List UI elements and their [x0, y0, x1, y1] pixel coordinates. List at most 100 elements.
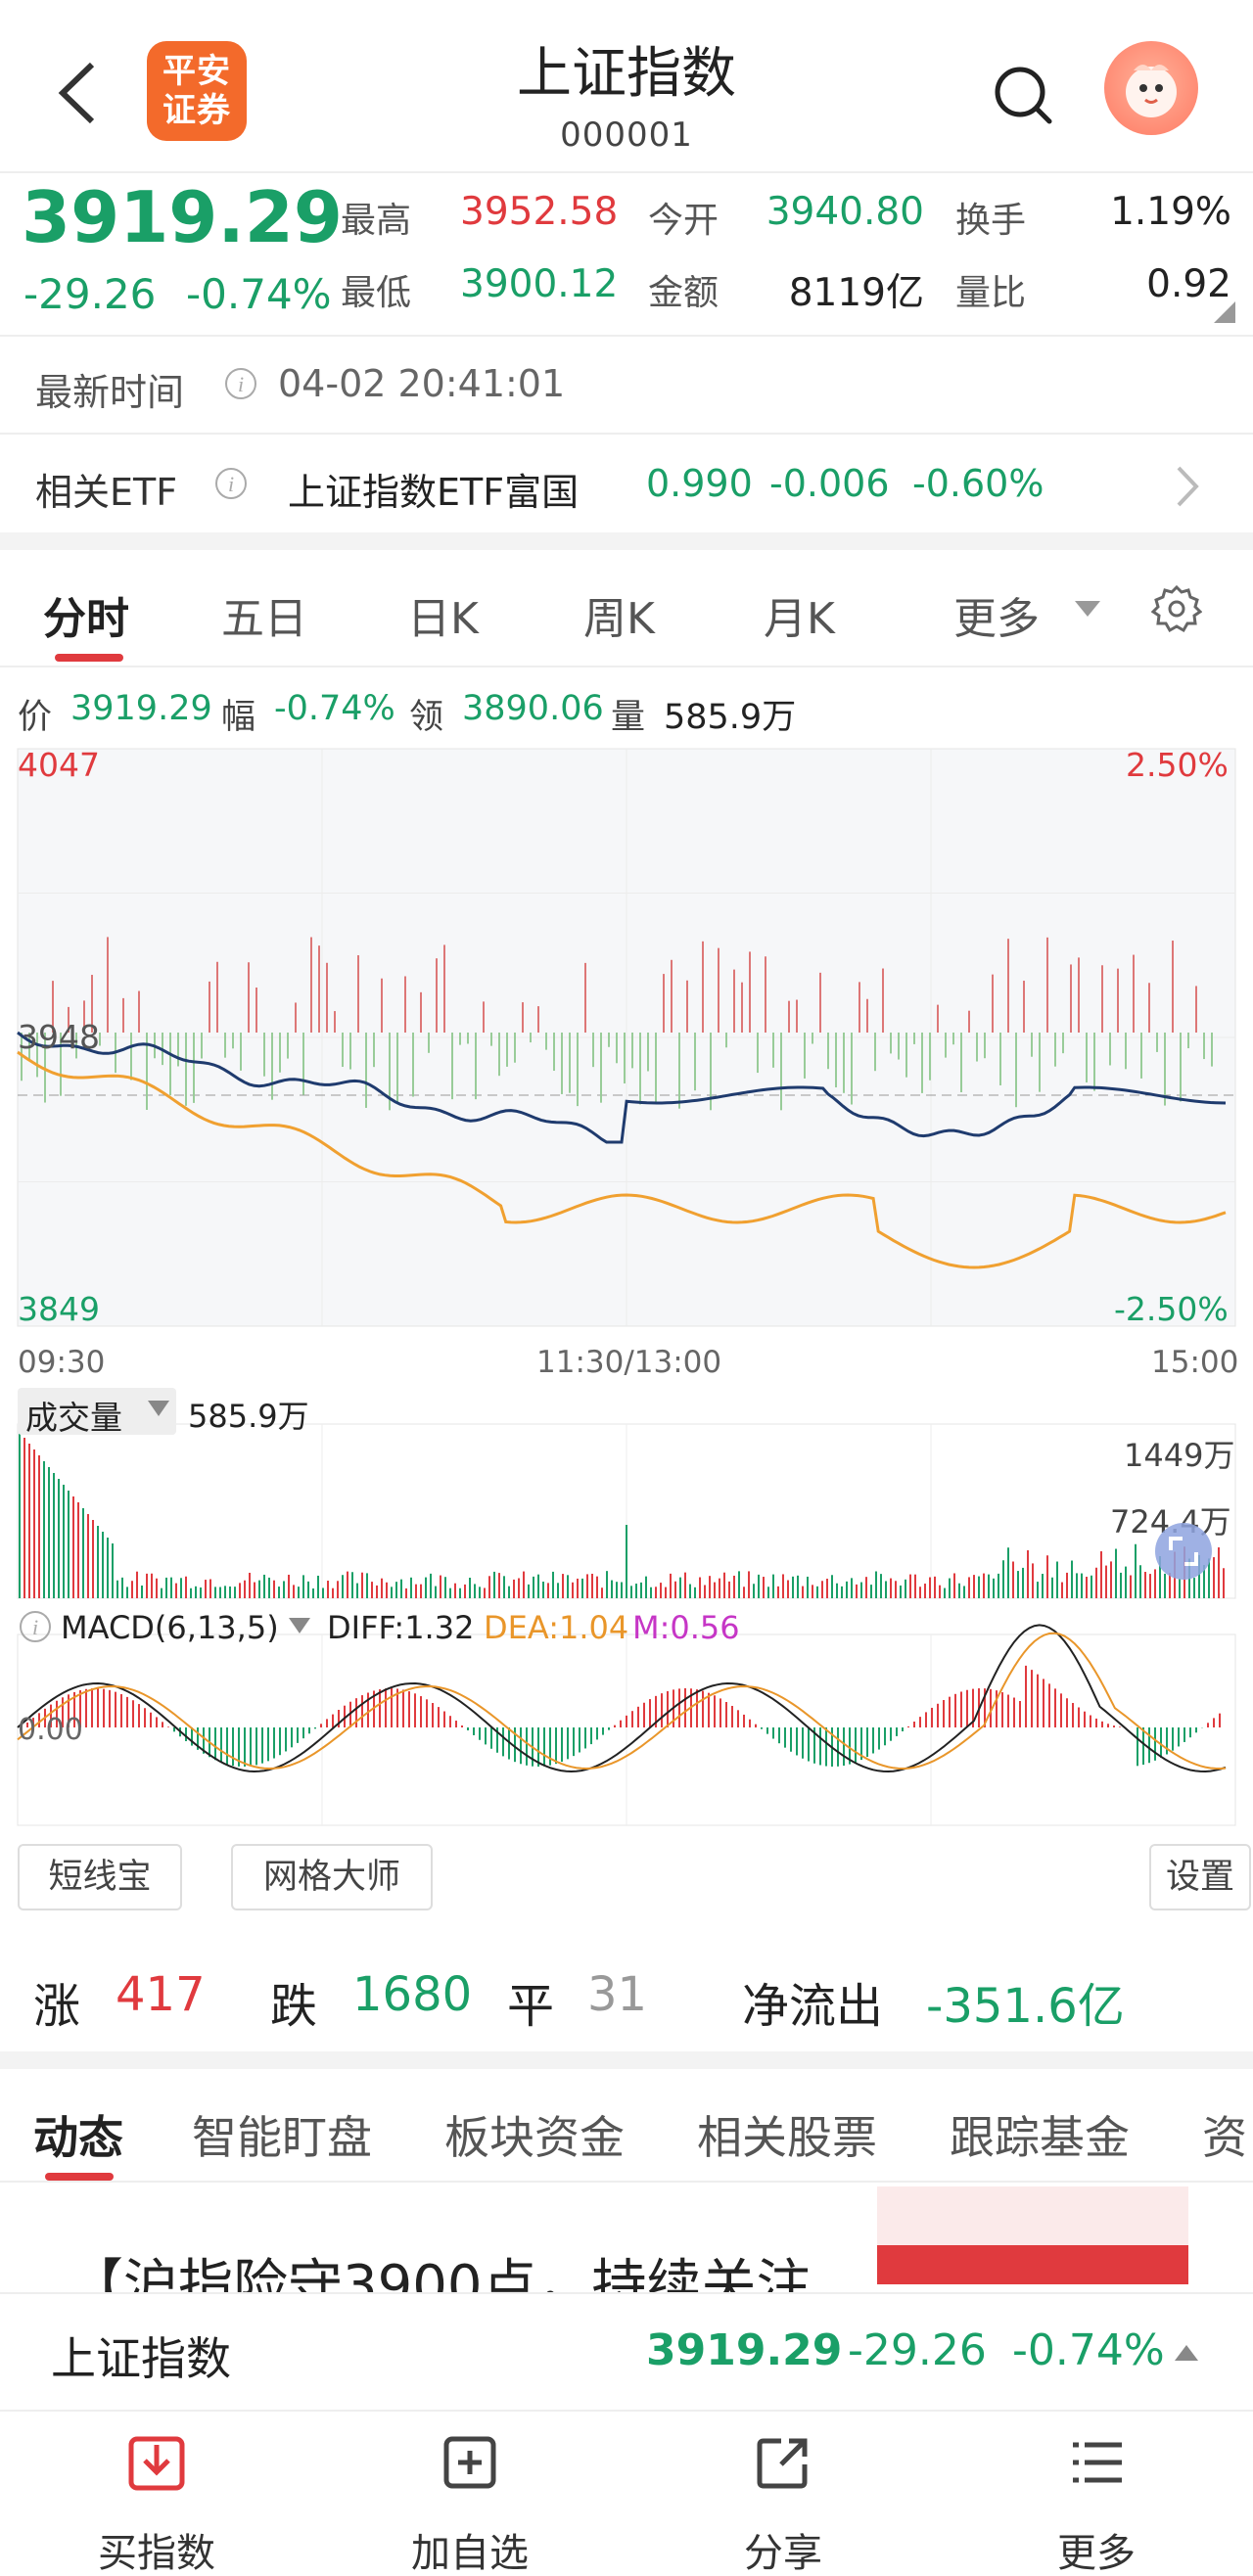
tab-smart-watch[interactable]: 智能盯盘 — [192, 2102, 372, 2167]
down-count: 1680 — [352, 1967, 473, 2022]
flat-count: 31 — [587, 1967, 648, 2022]
info-icon[interactable]: i — [223, 366, 258, 401]
add-box-icon — [443, 2436, 496, 2489]
header-bar: 平安 证券 上证指数 000001 — [0, 0, 1253, 171]
amount-value: 8119亿 — [788, 271, 924, 315]
time-start-label: 09:30 — [18, 1345, 106, 1380]
macd-diff: DIFF:1.32 — [327, 1609, 475, 1646]
caret-down-icon[interactable] — [288, 1617, 311, 1634]
fullscreen-button[interactable] — [1155, 1523, 1212, 1580]
info-price-label: 价 — [18, 698, 53, 737]
settings-button[interactable]: 设置 — [1149, 1844, 1251, 1910]
back-arrow-icon[interactable] — [51, 59, 110, 127]
info-icon[interactable]: i — [213, 466, 249, 501]
open-value: 3940.80 — [766, 190, 924, 234]
info-lead: 3890.06 — [462, 689, 604, 728]
divider — [0, 666, 1253, 667]
logo-text-line2: 证券 — [162, 91, 231, 130]
logo-text-line1: 平安 — [162, 52, 231, 91]
tab-monthly-k[interactable]: 月K — [764, 583, 835, 646]
tab-partial[interactable]: 资 — [1202, 2102, 1247, 2167]
etf-change: -0.006 — [769, 462, 890, 505]
time-mid-label: 11:30/13:00 — [536, 1345, 722, 1380]
macd-zero-label: 0.00 — [18, 1713, 83, 1747]
up-label: 涨 — [33, 1979, 81, 2034]
share-label: 分享 — [744, 2531, 822, 2576]
buy-download-icon — [128, 2436, 185, 2491]
intraday-chart[interactable] — [0, 739, 1253, 1835]
tab-tracking-funds[interactable]: 跟踪基金 — [950, 2102, 1130, 2167]
tab-more[interactable]: 更多 — [953, 583, 1040, 646]
caret-down-icon[interactable] — [1073, 599, 1102, 619]
open-label: 今开 — [648, 201, 719, 241]
high-label: 最高 — [341, 201, 412, 241]
buy-index-button[interactable]: 买指数 — [0, 2412, 313, 2576]
bottom-action-bar: 买指数 加自选 分享 更多 — [0, 2412, 1253, 2576]
volume-max-label: 1449万 — [1124, 1437, 1235, 1474]
grid-master-tool-button[interactable]: 网格大师 — [231, 1844, 433, 1910]
svg-text:i: i — [228, 472, 234, 496]
amount-label: 金额 — [648, 273, 719, 313]
caret-down-icon[interactable] — [147, 1400, 170, 1417]
net-flow-label: 净流出 — [742, 1979, 884, 2034]
section-gap — [0, 532, 1253, 550]
tab-five-day[interactable]: 五日 — [221, 583, 307, 646]
y-min-label: 3849 — [18, 1290, 100, 1328]
tab-related-stocks[interactable]: 相关股票 — [697, 2102, 877, 2167]
add-watchlist-button[interactable]: 加自选 — [313, 2412, 626, 2576]
low-label: 最低 — [341, 273, 412, 313]
macd-label[interactable]: MACD(6,13,5) — [61, 1609, 279, 1646]
tab-daily-k[interactable]: 日K — [407, 583, 479, 646]
divider — [0, 433, 1253, 435]
more-button[interactable]: 更多 — [940, 2412, 1253, 2576]
news-headline[interactable]: 【沪指险守3900点，持续关注 — [69, 2247, 812, 2292]
volume-value: 585.9万 — [188, 1398, 309, 1435]
tab-sector-funds[interactable]: 板块资金 — [444, 2102, 625, 2167]
news-thumbnail[interactable] — [873, 2181, 1192, 2292]
time-end-label: 15:00 — [1151, 1345, 1239, 1380]
share-button[interactable]: 分享 — [626, 2412, 940, 2576]
info-vol-label: 量 — [611, 698, 646, 737]
page-title: 上证指数 — [517, 42, 736, 106]
pct-min-label: -2.50% — [1114, 1290, 1229, 1328]
tab-weekly-k[interactable]: 周K — [583, 583, 655, 646]
chevron-right-icon[interactable] — [1173, 462, 1202, 511]
macd-dea: DEA:1.04 — [484, 1609, 629, 1646]
divider — [0, 335, 1253, 337]
gear-icon[interactable] — [1151, 583, 1202, 634]
current-price: 3919.29 — [22, 176, 343, 258]
turnover-value: 1.19% — [1110, 190, 1231, 234]
tab-indicator — [55, 654, 123, 662]
index-ticker-bar[interactable]: 上证指数 3919.29 -29.26 -0.74% — [0, 2292, 1253, 2412]
etf-price: 0.990 — [646, 462, 753, 505]
etf-name: 上证指数ETF富国 — [288, 471, 580, 514]
turnover-label: 换手 — [955, 201, 1027, 241]
buy-index-label: 买指数 — [98, 2531, 215, 2576]
info-icon[interactable]: i — [18, 1609, 53, 1644]
tab-intraday[interactable]: 分时 — [43, 583, 129, 646]
short-line-tool-button[interactable]: 短线宝 — [18, 1844, 182, 1910]
caret-up-icon[interactable] — [1173, 2343, 1200, 2363]
svg-text:i: i — [32, 1615, 38, 1639]
section-gap — [0, 2051, 1253, 2069]
down-label: 跌 — [270, 1979, 318, 2034]
broker-logo: 平安 证券 — [147, 41, 247, 141]
etf-label: 相关ETF — [35, 471, 178, 514]
assistant-avatar-icon[interactable] — [1104, 41, 1198, 135]
expand-corner-icon[interactable] — [1214, 301, 1235, 323]
index-code: 000001 — [560, 115, 693, 155]
flat-label: 平 — [507, 1979, 555, 2034]
info-lead-label: 领 — [409, 698, 444, 737]
update-time-label: 最新时间 — [35, 371, 185, 414]
pct-max-label: 2.50% — [1126, 746, 1229, 784]
low-value: 3900.12 — [460, 262, 619, 306]
tab-indicator — [45, 2173, 114, 2181]
tab-news[interactable]: 动态 — [33, 2102, 123, 2167]
expand-icon — [1169, 1537, 1198, 1566]
macd-m: M:0.56 — [632, 1609, 740, 1646]
svg-text:i: i — [238, 372, 244, 396]
share-icon — [757, 2438, 808, 2489]
prev-close-label: 3948 — [18, 1018, 100, 1056]
search-icon[interactable] — [989, 61, 1057, 129]
more-label: 更多 — [1057, 2531, 1136, 2576]
